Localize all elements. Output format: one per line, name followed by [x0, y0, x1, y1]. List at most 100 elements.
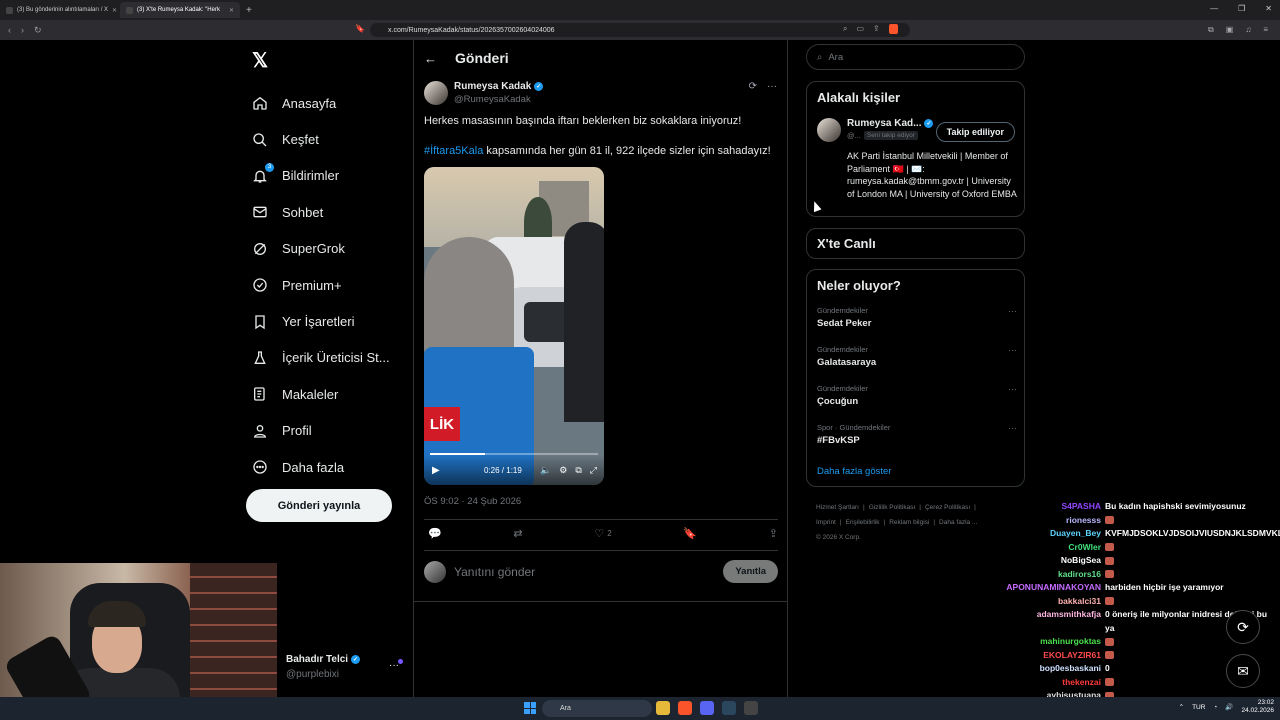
video-progress-bar[interactable] — [430, 453, 598, 455]
bookmark-icon[interactable]: 🔖 — [683, 527, 697, 540]
discord-icon[interactable] — [700, 701, 714, 715]
more-options-icon[interactable]: ··· — [1008, 345, 1017, 355]
fullscreen-icon[interactable]: ⤢ — [590, 465, 597, 476]
cast-icon[interactable]: ▭ — [856, 24, 864, 34]
settings-icon[interactable]: ⚙ — [559, 465, 567, 476]
volume-icon[interactable]: 🔊 — [1225, 703, 1233, 711]
reply-button[interactable]: Yanıtla — [723, 560, 778, 583]
footer-link[interactable]: Daha fazla ... — [939, 519, 977, 526]
sidebar-item-0[interactable]: Anasayfa — [252, 85, 390, 121]
footer-link[interactable]: Erişilebilirlik — [846, 519, 880, 526]
trend-item[interactable]: Gündemdekiler Çocuğun ··· — [817, 384, 1017, 407]
tray-chevron-icon[interactable]: ⌃ — [1179, 703, 1184, 711]
sidebar-item-6[interactable]: Yer İşaretleri — [252, 303, 390, 339]
author-name[interactable]: Rumeysa Kadak — [454, 81, 531, 92]
chat-username[interactable]: NoBigSea — [980, 554, 1105, 568]
footer-link[interactable]: Çerez Politikası — [925, 504, 970, 511]
chat-username[interactable]: APONUNAMINAKOYAN — [980, 581, 1105, 595]
hashtag-link[interactable]: #İftara5Kala — [424, 145, 483, 157]
language-indicator[interactable]: TUR — [1192, 704, 1205, 711]
trend-item[interactable]: Gündemdekiler Sedat Peker ··· — [817, 306, 1017, 329]
more-options-icon[interactable]: ··· — [1008, 423, 1017, 433]
more-options-icon[interactable]: ··· — [1008, 384, 1017, 394]
sidebar-item-7[interactable]: İçerik Üreticisi St... — [252, 340, 390, 376]
search-input[interactable]: ⌕ Ara — [806, 44, 1025, 70]
chat-username[interactable]: bop0esbaskani — [980, 662, 1105, 676]
extensions-icon[interactable]: ⧉ — [1208, 25, 1214, 35]
chat-username[interactable]: mahinurgoktas — [980, 635, 1105, 649]
account-switcher[interactable]: Bahadır Telci ✓ @purplebixi — [286, 654, 361, 680]
sidebar-item-1[interactable]: Keşfet — [252, 121, 390, 157]
share-icon[interactable]: ⇪ — [873, 24, 880, 34]
chat-username[interactable]: adamsmithkafja — [980, 608, 1105, 635]
footer-link[interactable]: Reklam bilgisi — [889, 519, 929, 526]
messages-float-button[interactable]: ✉ — [1226, 654, 1260, 688]
footer-link[interactable]: Hizmet Şartları — [816, 504, 859, 511]
sidebar-item-3[interactable]: Sohbet — [252, 194, 390, 230]
volume-icon[interactable]: 🔈 — [540, 465, 551, 476]
play-icon[interactable]: ▶ — [432, 465, 440, 476]
more-options-icon[interactable]: ··· — [1008, 306, 1017, 316]
more-options-icon[interactable]: ··· — [767, 81, 777, 92]
file-explorer-icon[interactable] — [656, 701, 670, 715]
chat-username[interactable]: S4PASHA — [980, 500, 1105, 514]
sidebar-item-10[interactable]: Daha fazla — [252, 449, 390, 485]
minimize-icon[interactable]: — — [1210, 4, 1218, 13]
sidebar-item-2[interactable]: 3 Bildirimler — [252, 158, 390, 194]
zoom-icon[interactable]: ⌕ — [843, 24, 847, 34]
trend-item[interactable]: Gündemdekiler Galatasaraya ··· — [817, 345, 1017, 368]
grok-float-button[interactable]: ⟳ — [1226, 610, 1260, 644]
menu-icon[interactable]: ≡ — [1263, 25, 1268, 35]
media-icon[interactable]: ♫ — [1245, 25, 1251, 35]
sidebar-item-5[interactable]: Premium+ — [252, 267, 390, 303]
show-more-link[interactable]: Daha fazla göster — [817, 466, 891, 477]
avatar[interactable] — [424, 81, 448, 105]
forward-nav-icon[interactable]: › — [21, 25, 24, 36]
pip-icon[interactable]: ⧉ — [575, 465, 581, 476]
grok-icon[interactable]: ⟳ — [749, 81, 757, 92]
chat-username[interactable]: Cr0Wler — [980, 541, 1105, 555]
close-window-icon[interactable]: ✕ — [1265, 4, 1272, 13]
brave-browser-icon[interactable] — [678, 701, 692, 715]
video-player[interactable]: LİK ▶ 0:26 / 1:19 🔈 ⚙ ⧉ ⤢ — [424, 167, 604, 485]
browser-tab-1[interactable]: (3) Bu gönderinin alıntılamaları / X ✕ — [0, 2, 120, 18]
sidebar-item-8[interactable]: Makaleler — [252, 376, 390, 412]
footer-link[interactable]: Gizlilik Politikası — [869, 504, 916, 511]
taskbar-search[interactable]: Ara — [542, 700, 652, 717]
obs-icon[interactable] — [744, 701, 758, 715]
chat-username[interactable]: thekenzai — [980, 676, 1105, 690]
post-button[interactable]: Gönderi yayınla — [246, 489, 392, 522]
chat-username[interactable]: rionesss — [980, 514, 1105, 528]
brave-shield-icon[interactable] — [888, 24, 898, 34]
bookmark-page-icon[interactable]: 🔖 — [355, 24, 365, 33]
sidebar-item-9[interactable]: Profil — [252, 413, 390, 449]
steam-icon[interactable] — [722, 701, 736, 715]
sidebar-item-4[interactable]: SuperGrok — [252, 231, 390, 267]
reply-icon[interactable]: 💬 — [428, 527, 442, 540]
new-tab-icon[interactable]: + — [246, 5, 252, 16]
start-button-icon[interactable] — [524, 702, 536, 714]
reload-icon[interactable]: ↻ — [34, 25, 42, 36]
trend-item[interactable]: Spor · Gündemdekiler #FBvKSP ··· — [817, 423, 1017, 446]
following-button[interactable]: Takip ediliyor — [935, 122, 1015, 142]
like-button[interactable]: ♡ 2 — [594, 527, 611, 540]
url-field[interactable]: x.com/RumeysaKadak/status/20263570026040… — [370, 23, 910, 37]
chat-username[interactable]: bakkalci31 — [980, 595, 1105, 609]
maximize-icon[interactable]: ❐ — [1238, 4, 1245, 13]
clock[interactable]: 23:02 24.02.2026 — [1241, 699, 1274, 715]
close-tab-icon[interactable]: ✕ — [112, 7, 117, 14]
share-icon[interactable]: ⇪ — [769, 527, 778, 540]
live-card[interactable]: X'te Canlı — [806, 228, 1025, 259]
post-timestamp[interactable]: ÖS 9:02 · 24 Şub 2026 — [424, 496, 521, 507]
reply-input[interactable]: Yanıtını gönder — [454, 565, 715, 579]
avatar[interactable] — [817, 118, 841, 142]
x-logo-icon[interactable]: 𝕏 — [252, 48, 268, 73]
chat-username[interactable]: EKOLAYZIR61 — [980, 649, 1105, 663]
back-nav-icon[interactable]: ‹ — [8, 25, 11, 36]
repost-icon[interactable]: ⇄ — [513, 527, 522, 540]
author-handle[interactable]: @RumeysaKadak — [454, 94, 543, 105]
post-author[interactable]: Rumeysa Kadak ✓ @RumeysaKadak — [424, 81, 544, 105]
footer-link[interactable]: © 2026 X Corp. — [816, 534, 861, 541]
back-arrow-icon[interactable]: ← — [424, 51, 437, 66]
wifi-icon[interactable]: ◔ — [1213, 704, 1217, 711]
